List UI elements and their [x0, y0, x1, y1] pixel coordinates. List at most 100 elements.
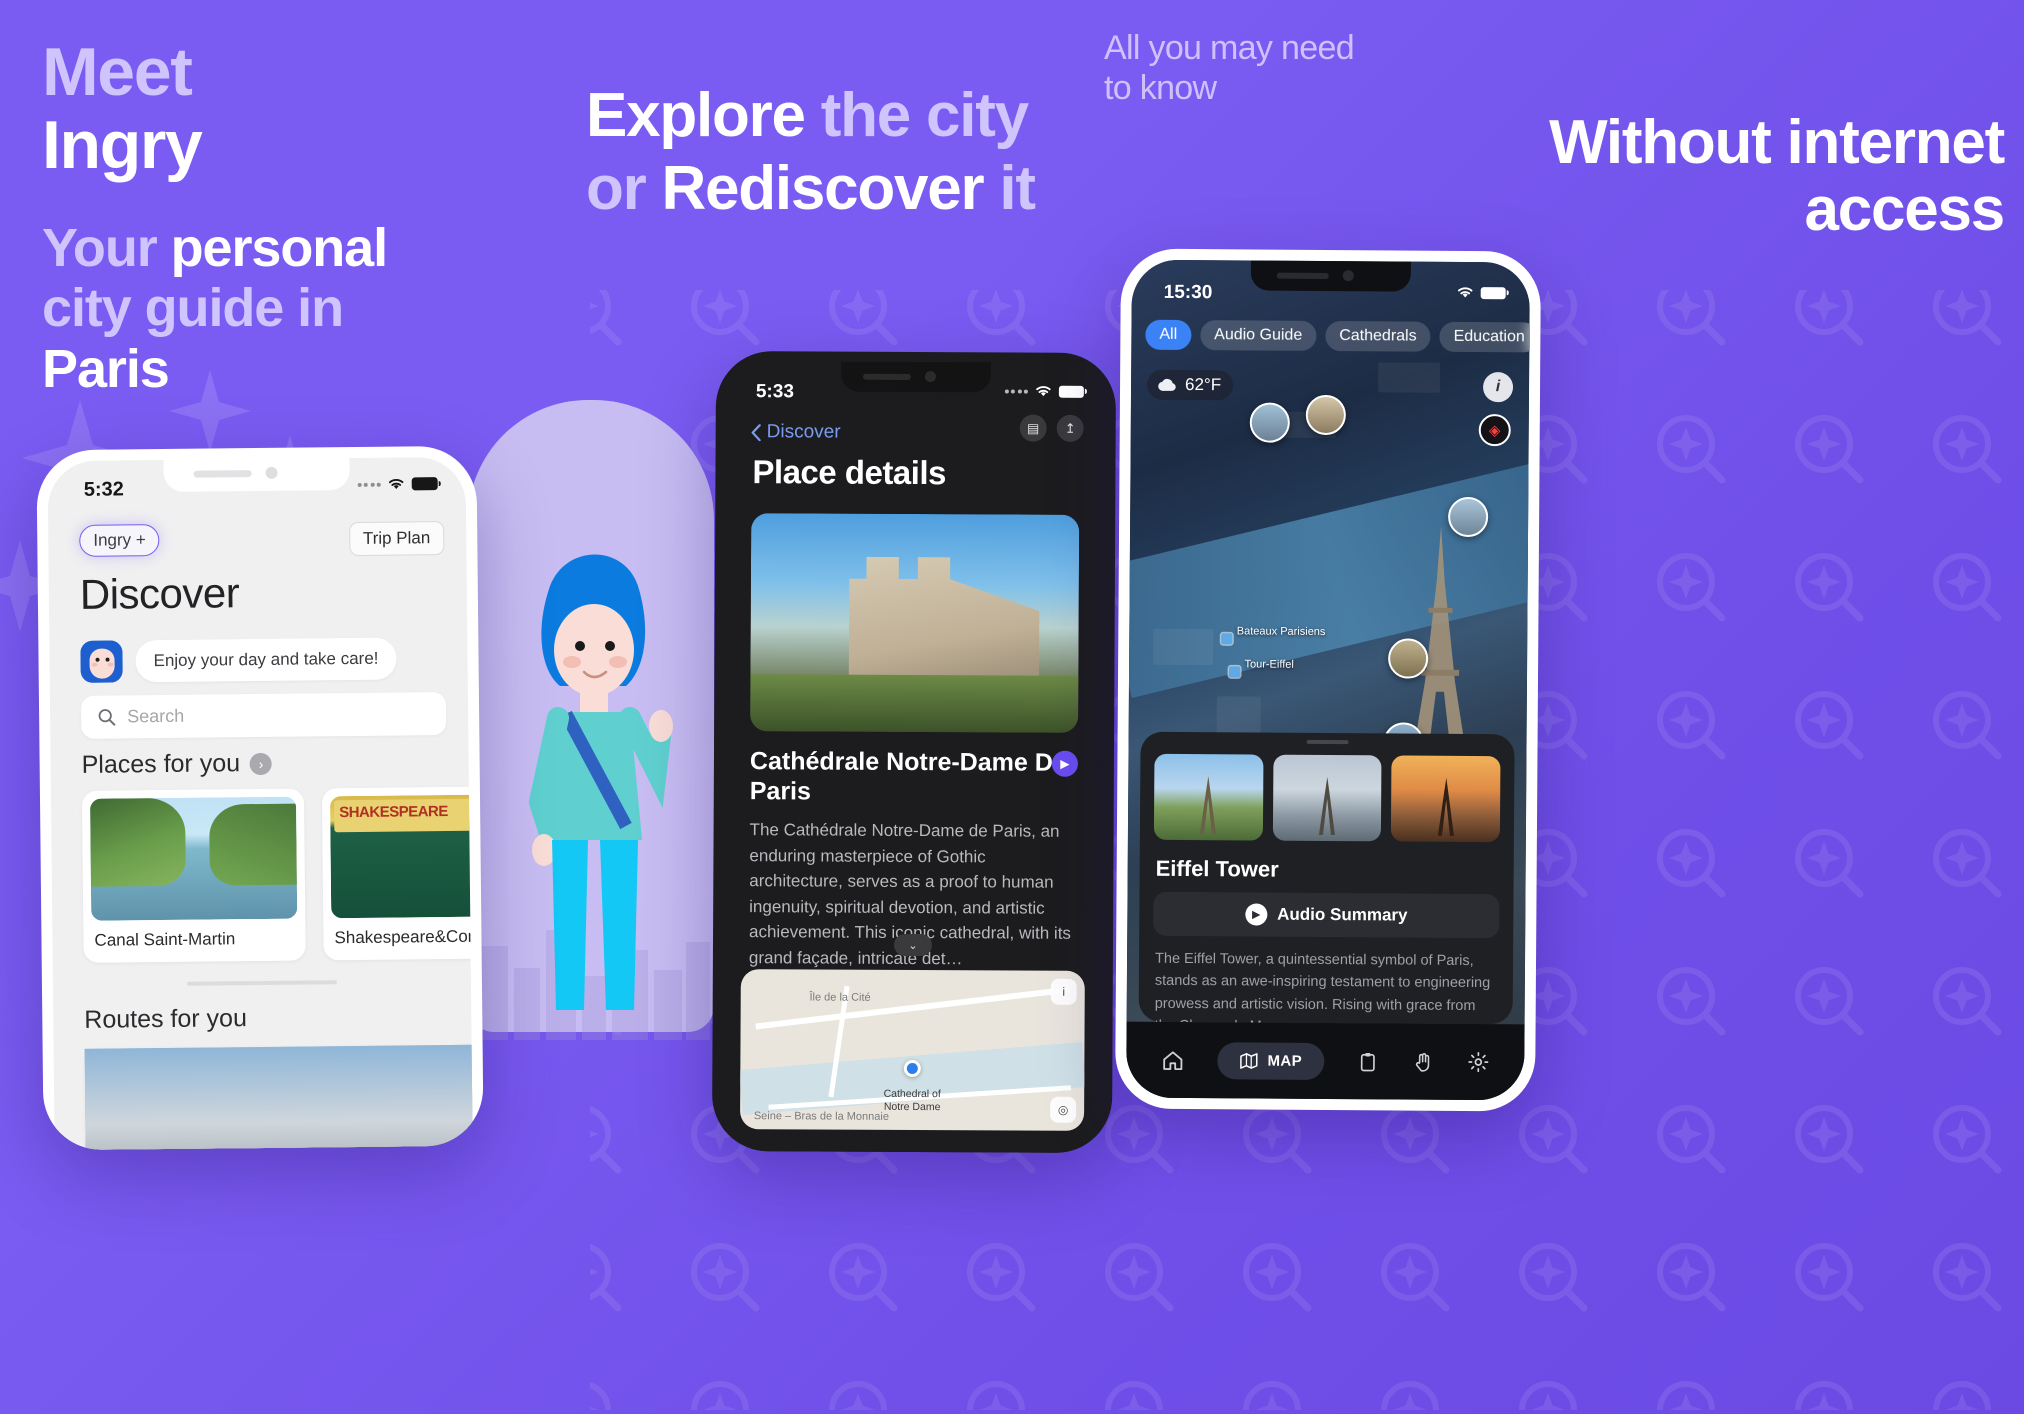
chevron-down-icon[interactable]: ⌄ — [893, 933, 933, 957]
places-section-label: Places for you — [81, 749, 241, 779]
eiffel-tower-icon — [1200, 776, 1217, 835]
headline-right-big: Without internet access — [1104, 108, 2006, 244]
clipboard-icon — [1361, 1052, 1376, 1071]
map-pin-label: Cathedral of Notre Dame — [883, 1088, 941, 1114]
map-poi[interactable] — [1448, 496, 1489, 537]
assistant-message: Enjoy your day and take care! — [135, 637, 397, 683]
chip-audio-guide[interactable]: Audio Guide — [1200, 320, 1317, 351]
phone-notch — [840, 361, 992, 393]
camera-icon[interactable]: ◎ — [1050, 1096, 1077, 1123]
headline-left: Meet Ingry — [42, 34, 203, 183]
tab-home[interactable] — [1161, 1048, 1184, 1071]
place-card[interactable]: Canal Saint-Martin — [81, 788, 306, 963]
phone-map: 15:30 All Audio Guide Cathedrals Educati… — [1115, 248, 1541, 1112]
headline-left-sub-line1: Your personal — [42, 218, 388, 278]
place-card[interactable]: SHAKESPEARE Shakespeare&Com — [321, 786, 474, 961]
back-button[interactable]: Discover — [751, 421, 841, 443]
wifi-icon — [1036, 386, 1051, 397]
headline-middle: Explore the city or Rediscover it — [586, 80, 1036, 225]
info-icon[interactable]: i — [1482, 372, 1514, 403]
book-icon[interactable]: ▤ — [1019, 414, 1047, 442]
headline-right-small-line1: All you may need — [1104, 29, 1355, 67]
info-icon[interactable]: i — [1050, 978, 1077, 1005]
mascot-illustration — [468, 400, 718, 1040]
photo-gallery[interactable] — [1153, 753, 1501, 843]
headline-middle-line2: or Rediscover it — [586, 153, 1036, 223]
map-poi[interactable] — [1387, 638, 1428, 679]
tab-settings[interactable] — [1467, 1051, 1489, 1073]
page-title: Place details — [752, 453, 947, 492]
headline-right-big-line1: Without internet — [1549, 108, 2005, 177]
route-thumbnail — [84, 1041, 474, 1151]
wifi-icon — [388, 478, 404, 490]
status-indicators — [357, 477, 438, 491]
chip-all[interactable]: All — [1145, 319, 1192, 351]
wifi-icon — [1457, 287, 1473, 298]
place-name: Eiffel Tower — [1155, 855, 1279, 882]
tab-hand[interactable] — [1412, 1051, 1434, 1073]
category-chip-row[interactable]: All Audio Guide Cathedrals Education Ent… — [1145, 319, 1530, 353]
tab-plan[interactable] — [1358, 1051, 1379, 1072]
place-thumbnail: SHAKESPEARE — [329, 794, 474, 919]
cloud-icon — [1158, 378, 1176, 391]
play-icon[interactable]: ▶ — [1051, 750, 1079, 777]
place-hero-image — [750, 513, 1080, 733]
map-label: Seine – Bras de la Monnaie — [753, 1109, 890, 1123]
play-icon: ▶ — [1245, 903, 1268, 926]
trip-plan-button[interactable]: Trip Plan — [348, 521, 445, 557]
promo-stage: Meet Ingry Your personal city guide in P… — [0, 0, 2024, 1414]
place-details-screen: 5:33 ▤ ↥ Discover Place details Cathédra… — [721, 361, 1107, 1154]
headline-left-line1: Meet — [42, 34, 193, 110]
chip-education[interactable]: Education — [1439, 321, 1530, 353]
battery-icon — [411, 477, 438, 491]
eiffel-tower-icon — [1318, 776, 1335, 836]
gallery-photo[interactable] — [1272, 754, 1382, 842]
place-name: Cathédrale Notre-Dame De Paris — [749, 747, 1067, 806]
place-card-caption: Canal Saint-Martin — [94, 929, 236, 950]
phone-discover: 5:32 Ingry + Trip Plan Discover Enjoy yo… — [36, 445, 484, 1151]
signal-dots-icon — [357, 482, 381, 487]
headline-left-line2: Ingry — [42, 106, 203, 183]
headline-right-small-line2: to know — [1104, 69, 1217, 108]
headline-middle-line1: Explore the city — [586, 81, 1029, 150]
gallery-photo[interactable] — [1153, 753, 1264, 841]
sheet-grab-handle[interactable] — [1306, 739, 1349, 745]
assistant-row: Enjoy your day and take care! — [80, 637, 397, 683]
avatar[interactable] — [80, 640, 123, 683]
headline-right-big-line2: access — [1804, 174, 2006, 244]
chevron-right-icon[interactable]: › — [249, 752, 273, 775]
map-label: Bateaux Parisiens — [1236, 624, 1326, 638]
bottom-tab-bar[interactable]: MAP — [1126, 1021, 1525, 1101]
headline-left-sub: Your personal city guide in Paris — [42, 218, 388, 399]
map-label: Île de la Cité — [809, 991, 871, 1005]
place-bottom-sheet: Eiffel Tower ▶ Audio Summary The Eiffel … — [1138, 731, 1515, 1035]
share-icon[interactable]: ↥ — [1056, 414, 1084, 442]
route-card[interactable] — [84, 1041, 474, 1151]
search-placeholder: Search — [127, 705, 185, 727]
places-card-row[interactable]: Canal Saint-Martin SHAKESPEARE Shakespea… — [81, 786, 474, 963]
gallery-photo[interactable] — [1391, 755, 1501, 843]
audio-summary-button[interactable]: ▶ Audio Summary — [1153, 891, 1500, 939]
map-screen: 15:30 All Audio Guide Cathedrals Educati… — [1126, 259, 1530, 1101]
ingry-plus-badge[interactable]: Ingry + — [79, 524, 160, 557]
compass-icon[interactable]: ◈ — [1478, 414, 1511, 447]
headline-right-small: All you may need to know — [1104, 28, 1355, 108]
eiffel-tower-icon — [1437, 777, 1454, 836]
status-time: 15:30 — [1163, 281, 1213, 304]
audio-summary-label: Audio Summary — [1277, 904, 1408, 925]
routes-card-row[interactable] — [84, 1041, 474, 1151]
weather-badge[interactable]: 62°F — [1146, 369, 1234, 401]
map-label: Tour-Eiffel — [1244, 658, 1294, 671]
map-pin[interactable] — [903, 1059, 921, 1077]
headline-left-sub-line3: Paris — [42, 338, 170, 399]
chip-cathedrals[interactable]: Cathedrals — [1325, 320, 1431, 352]
detail-map[interactable]: Île de la Cité Seine – Bras de la Monnai… — [740, 969, 1085, 1131]
search-input[interactable]: Search — [80, 692, 447, 739]
page-title: Discover — [79, 569, 240, 618]
tab-map[interactable]: MAP — [1217, 1041, 1325, 1080]
phone-notch — [163, 456, 350, 492]
phone-place-details: 5:33 ▤ ↥ Discover Place details Cathédra… — [711, 350, 1117, 1154]
place-thumbnail — [89, 796, 298, 921]
detail-actions[interactable]: ▤ ↥ — [1019, 414, 1084, 442]
tab-map-label: MAP — [1267, 1052, 1303, 1070]
